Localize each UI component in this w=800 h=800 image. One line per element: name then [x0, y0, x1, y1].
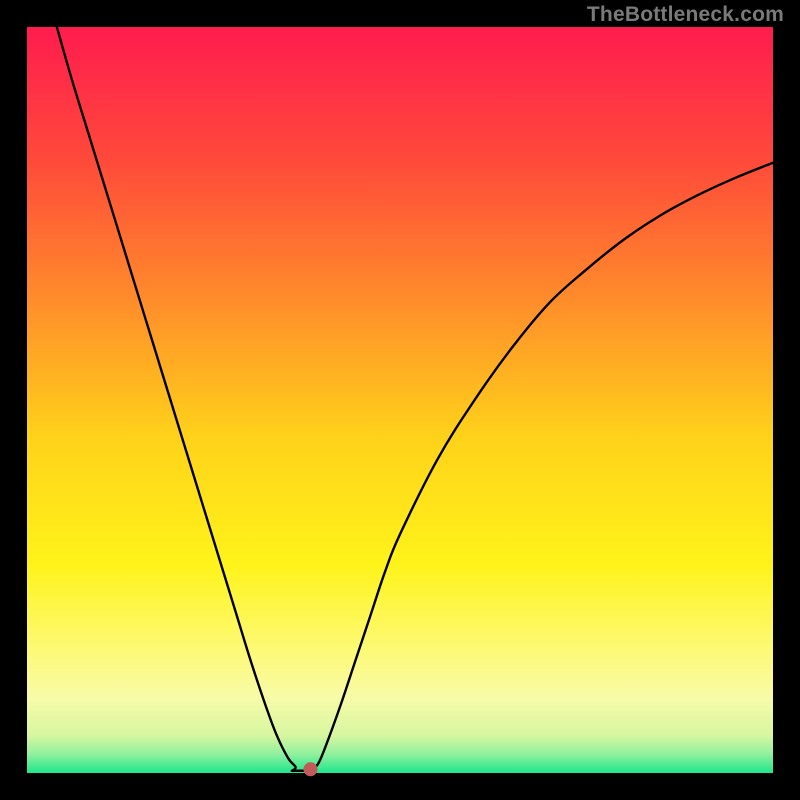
bottleneck-curve — [57, 27, 773, 772]
watermark-text: TheBottleneck.com — [587, 3, 784, 27]
chart-svg — [27, 27, 773, 773]
chart-frame: TheBottleneck.com — [0, 0, 800, 800]
sweet-spot-marker — [303, 762, 317, 776]
